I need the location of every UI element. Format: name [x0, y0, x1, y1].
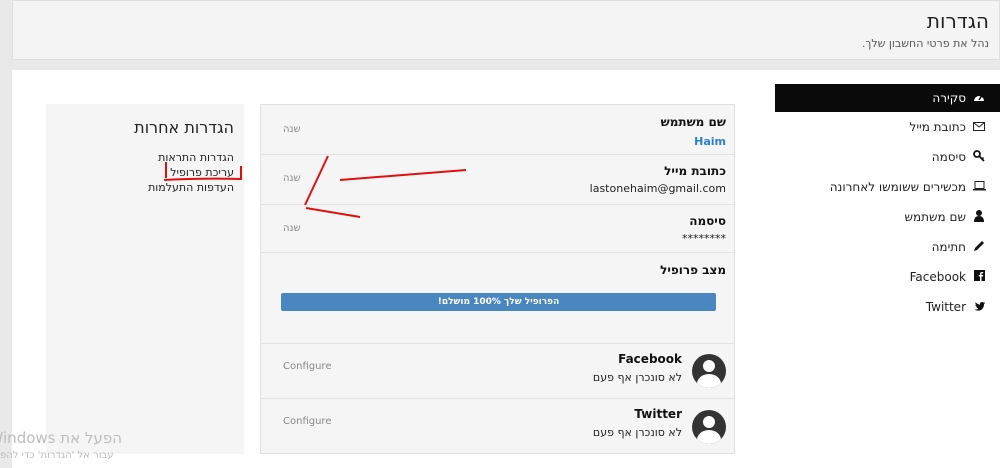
menu-item-label: Twitter	[925, 300, 966, 314]
avatar	[692, 410, 726, 444]
username-row: שם משתמש Haim שנה	[261, 105, 734, 155]
activation-watermark-title: הפעל את Windows	[0, 429, 122, 447]
other-settings-panel: הגדרות אחרות הגדרות התראות עריכת פרופיל …	[46, 104, 244, 454]
facebook-configure-link[interactable]: Configure	[283, 361, 331, 372]
account-panel: שם משתמש Haim שנה כתובת מייל lastonehaim…	[260, 104, 735, 454]
menu-item-label: סיסמה	[931, 150, 966, 164]
menu-item-email[interactable]: כתובת מייל	[775, 112, 1000, 142]
user-icon	[972, 209, 986, 225]
settings-menu: סקירה כתובת מייל סיסמה מכשירים ששומשו לא…	[775, 84, 1000, 322]
menu-item-label: שם משתמש	[904, 210, 966, 224]
profile-progress-bar: הפרופיל שלך 100% מושלם!	[281, 293, 716, 311]
ignore-preferences-link[interactable]: העדפות התעלמות	[148, 181, 234, 194]
password-row: סיסמה ******** שנה	[261, 205, 734, 253]
profile-status-row: מצב פרופיל הפרופיל שלך 100% מושלם!	[261, 253, 734, 344]
laptop-icon	[972, 180, 986, 194]
facebook-icon	[972, 270, 986, 284]
page-title: הגדרות	[926, 9, 989, 33]
dashboard-icon	[972, 91, 986, 105]
other-settings-title: הגדרות אחרות	[134, 118, 234, 137]
menu-item-devices[interactable]: מכשירים ששומשו לאחרונה	[775, 172, 1000, 202]
menu-item-label: מכשירים ששומשו לאחרונה	[829, 180, 966, 194]
menu-item-overview[interactable]: סקירה	[775, 84, 1000, 112]
envelope-icon	[972, 120, 986, 134]
facebook-row: Facebook לא סונכרן אף פעם Configure	[261, 344, 734, 399]
twitter-configure-link[interactable]: Configure	[283, 416, 331, 427]
email-label: כתובת מייל	[664, 164, 726, 178]
password-value: ********	[682, 232, 726, 245]
menu-item-label: כתובת מייל	[909, 120, 966, 134]
change-username-link[interactable]: שנה	[283, 124, 301, 135]
menu-item-label: Facebook	[909, 270, 966, 284]
menu-item-label: חתימה	[931, 240, 966, 254]
menu-item-twitter[interactable]: Twitter	[775, 292, 1000, 322]
avatar	[692, 354, 726, 388]
menu-item-label: סקירה	[932, 91, 966, 105]
password-label: סיסמה	[689, 214, 726, 228]
email-value: lastonehaim@gmail.com	[589, 182, 726, 195]
email-row: כתובת מייל lastonehaim@gmail.com שנה	[261, 155, 734, 205]
twitter-status: לא סונכרן אף פעם	[592, 426, 682, 439]
activation-watermark-hint: עבור אל 'הגדרות' כדי להפ	[0, 450, 114, 461]
menu-item-facebook[interactable]: Facebook	[775, 262, 1000, 292]
change-email-link[interactable]: שנה	[283, 173, 301, 184]
menu-item-username[interactable]: שם משתמש	[775, 202, 1000, 232]
page-subtitle: נהל את פרטי החשבון שלך.	[861, 37, 989, 50]
key-icon	[972, 149, 986, 165]
page-header: הגדרות נהל את פרטי החשבון שלך.	[12, 0, 1000, 60]
twitter-name: Twitter	[634, 407, 682, 421]
facebook-name: Facebook	[618, 352, 682, 366]
menu-item-signature[interactable]: חתימה	[775, 232, 1000, 262]
profile-status-label: מצב פרופיל	[660, 263, 726, 277]
notification-settings-link[interactable]: הגדרות התראות	[158, 151, 234, 164]
username-value[interactable]: Haim	[694, 135, 726, 148]
username-label: שם משתמש	[660, 115, 726, 129]
facebook-status: לא סונכרן אף פעם	[592, 371, 682, 384]
twitter-row: Twitter לא סונכרן אף פעם Configure	[261, 399, 734, 453]
change-password-link[interactable]: שנה	[283, 223, 301, 234]
twitter-icon	[972, 300, 986, 314]
menu-item-password[interactable]: סיסמה	[775, 142, 1000, 172]
pencil-icon	[972, 240, 986, 255]
edit-profile-link[interactable]: עריכת פרופיל	[170, 166, 234, 179]
